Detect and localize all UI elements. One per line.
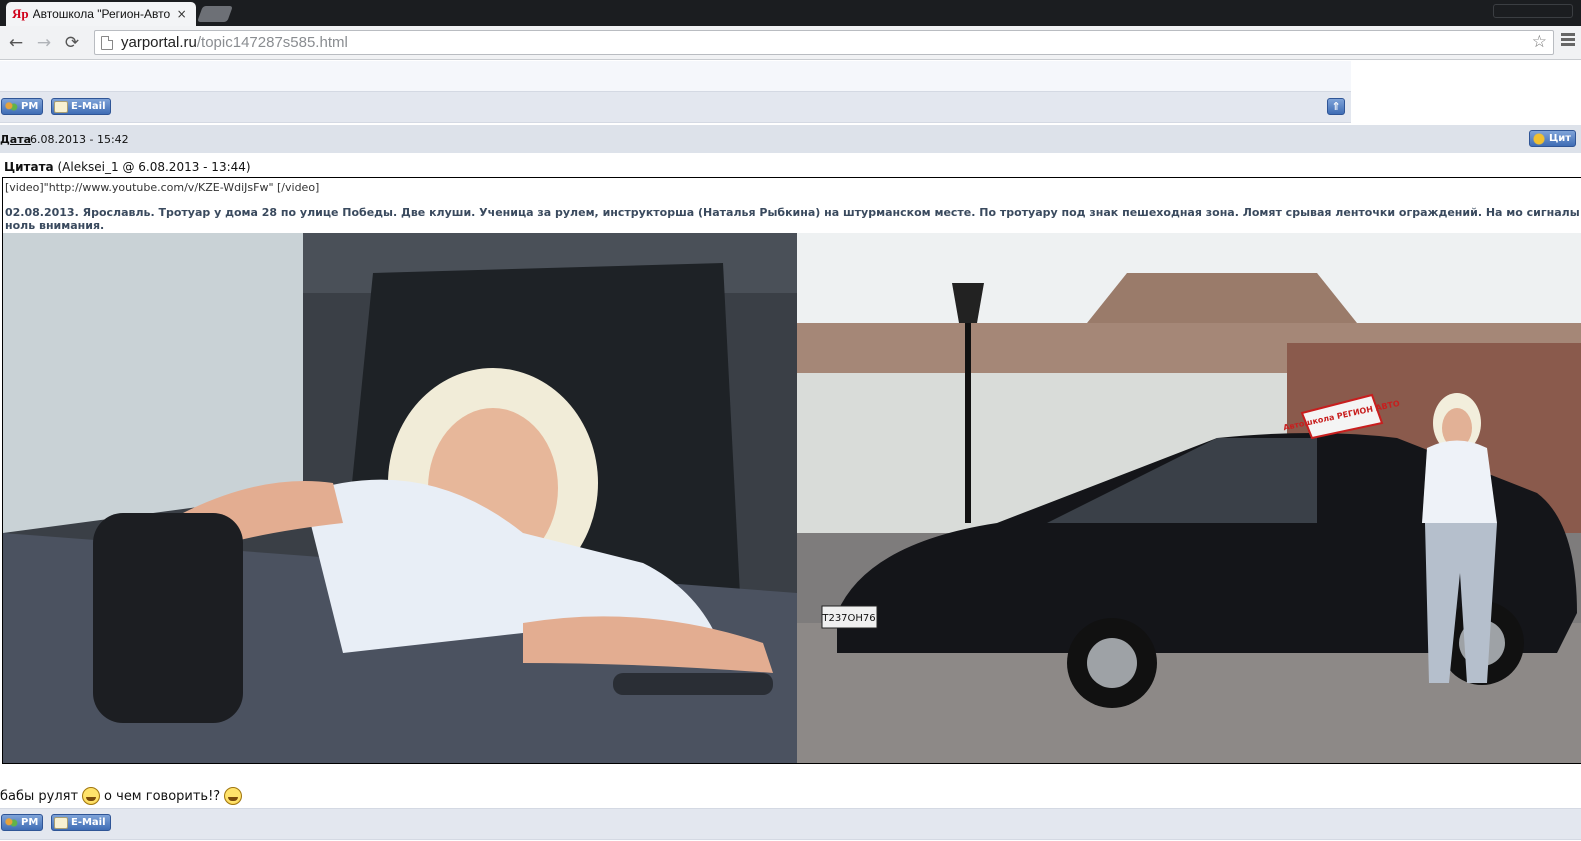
quote-icon — [1532, 132, 1546, 145]
laughing-smiley-icon — [82, 787, 101, 805]
previous-post-bottom — [0, 61, 1351, 91]
address-bar[interactable]: yarportal.ru/topic147287s585.html ☆ — [94, 30, 1554, 55]
quote-meta: (Aleksei_1 @ 6.08.2013 - 13:44) — [57, 160, 251, 174]
email-button[interactable]: E-Mail — [51, 98, 111, 115]
pm-icon — [4, 816, 18, 829]
pm-icon — [4, 100, 18, 113]
car-street-illustration: Т237ОН76 Автошкола РЕГИОН АВТО — [797, 233, 1581, 763]
quoted-text: 02.08.2013. Ярославль. Тротуар у дома 28… — [5, 206, 1580, 232]
new-tab-button[interactable] — [197, 6, 233, 22]
license-plate: Т237ОН76 — [821, 613, 875, 624]
reload-icon[interactable]: ⟳ — [60, 31, 84, 55]
menu-icon[interactable] — [1561, 33, 1575, 48]
reply-text: бабы рулят о чем говорить!? — [0, 787, 246, 805]
post-actions-bar: PM E-Mail ⇑ — [0, 91, 1351, 123]
quote-header: Цитата (Aleksei_1 @ 6.08.2013 - 13:44) — [4, 160, 251, 174]
reply-text-2: о чем говорить!? — [104, 788, 221, 804]
mail-icon — [54, 100, 68, 113]
page-icon — [101, 35, 113, 50]
pm-button-label: PM — [21, 817, 39, 828]
url-host: yarportal.ru — [121, 34, 197, 51]
pm-button[interactable]: PM — [1, 98, 44, 115]
email-button-label: E-Mail — [71, 817, 106, 828]
forward-icon[interactable]: → — [32, 31, 56, 55]
quote-button-label: Цит — [1549, 133, 1572, 144]
quote-button[interactable]: Цит — [1529, 130, 1577, 147]
back-icon[interactable]: ← — [4, 31, 28, 55]
scroll-top-button[interactable]: ⇑ — [1327, 98, 1345, 115]
close-tab-icon[interactable]: × — [177, 7, 187, 21]
bookmark-star-icon[interactable]: ☆ — [1532, 32, 1547, 52]
video-tag: [video]"http://www.youtube.com/v/KZE-Wdi… — [5, 181, 320, 194]
email-button[interactable]: E-Mail — [51, 814, 111, 831]
reply-text-1: бабы рулят — [0, 788, 79, 804]
url-path: /topic147287s585.html — [196, 34, 348, 51]
browser-toolbar: ← → ⟳ yarportal.ru/topic147287s585.html … — [0, 26, 1581, 60]
instructor-in-car-photo — [3, 233, 797, 763]
favicon-icon: Яр — [12, 6, 29, 21]
laughing-smiley-icon — [224, 787, 243, 805]
instructor-with-car-photo: Т237ОН76 Автошкола РЕГИОН АВТО — [797, 233, 1581, 763]
post-header: Дата 6.08.2013 - 15:42 Цит — [0, 125, 1581, 153]
window-controls[interactable] — [1493, 4, 1573, 18]
mail-icon — [54, 816, 68, 829]
browser-tab[interactable]: Яр Автошкола "Регион-Авто × — [6, 2, 196, 26]
pm-button[interactable]: PM — [1, 814, 44, 831]
tab-strip: Яр Автошкола "Регион-Авто × — [0, 0, 1581, 26]
car-window-illustration — [3, 233, 797, 763]
quote-label: Цитата — [4, 160, 54, 174]
pm-button-label: PM — [21, 101, 39, 112]
post-date: 6.08.2013 - 15:42 — [30, 133, 129, 146]
email-button-label: E-Mail — [71, 101, 106, 112]
quote-box: [video]"http://www.youtube.com/v/KZE-Wdi… — [2, 177, 1581, 764]
tab-title: Автошкола "Регион-Авто — [32, 7, 171, 21]
forum-page: PM E-Mail ⇑ Дата 6.08.2013 - 15:42 Цит Ц… — [0, 61, 1581, 841]
post-actions-bar-bottom: PM E-Mail — [0, 808, 1581, 840]
date-link[interactable]: Дата — [0, 133, 31, 146]
